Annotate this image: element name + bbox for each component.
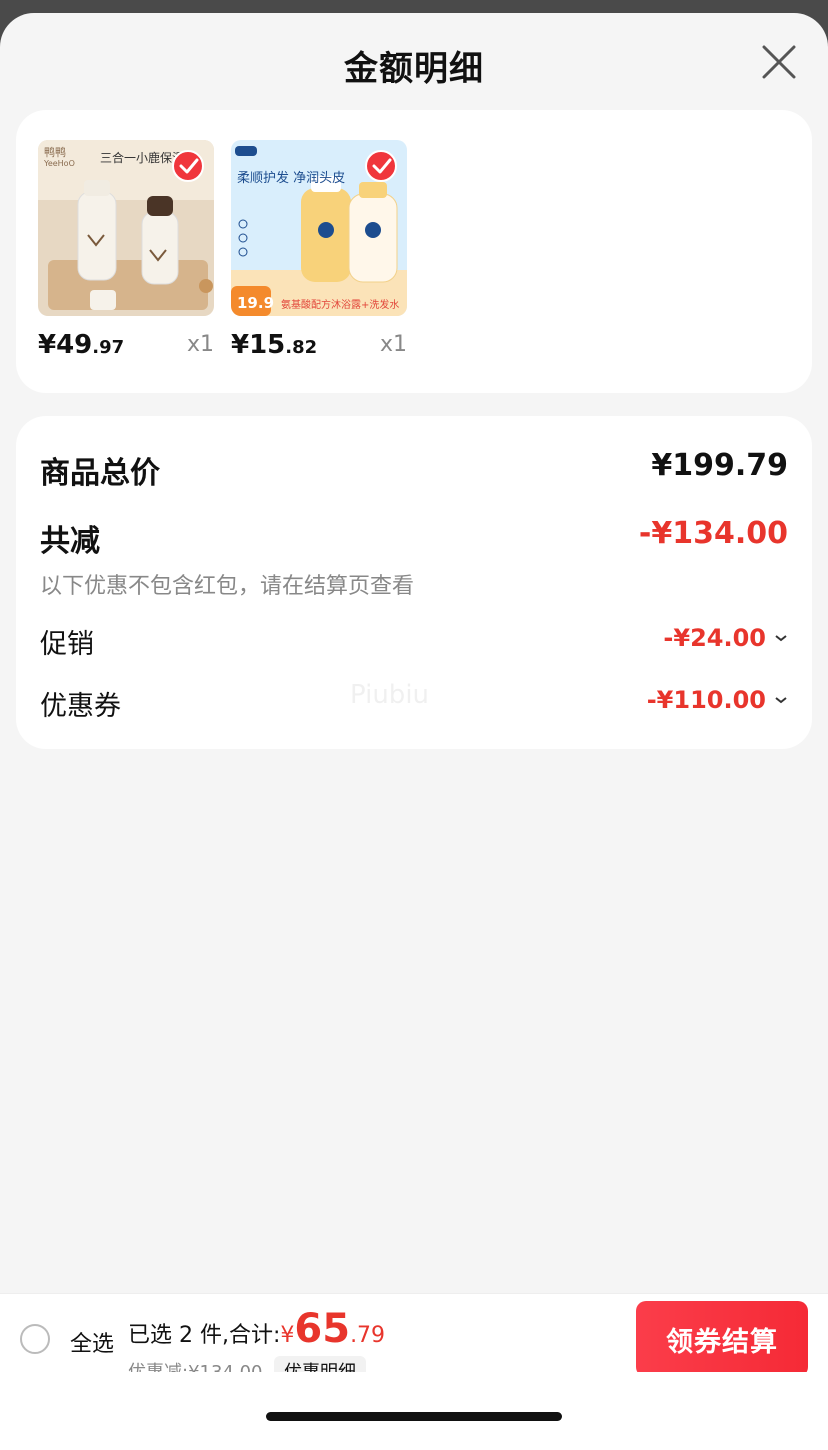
svg-text:鸭鸭: 鸭鸭: [44, 146, 66, 159]
selected-count-text: 已选 2 件,合计:: [128, 1323, 281, 1348]
select-all-label[interactable]: 全选: [70, 1326, 114, 1358]
reduction-row: 共减 -¥134.00 以下优惠不包含红包，请在结算页查看: [40, 516, 788, 600]
promo-row[interactable]: 促销 -¥24.00: [40, 622, 788, 660]
brand-text: YeeHoO: [43, 159, 75, 168]
products-card: 鸭鸭 YeeHoO 三合一小鹿保温杯 ¥49.97 x1 柔顺护发 净润头皮 1…: [16, 110, 812, 393]
coupon-value-group[interactable]: -¥110.00: [647, 686, 788, 714]
image-price-badge: 19.9: [237, 294, 274, 312]
product-image-caption: 柔顺护发 净润头皮: [237, 170, 345, 186]
product-quantity: x1: [186, 332, 214, 357]
product-price: ¥15.82: [231, 330, 317, 360]
price-integer: ¥15: [231, 330, 286, 360]
promo-value: -¥24.00: [663, 624, 766, 652]
select-all-radio[interactable]: [20, 1324, 50, 1354]
selected-total: 已选 2 件,合计:¥65.79: [128, 1306, 385, 1352]
reduction-note: 以下优惠不包含红包，请在结算页查看: [40, 574, 415, 599]
coupon-value: -¥110.00: [646, 686, 766, 714]
image-bottom-caption: 氨基酸配方沐浴露+洗发水: [281, 298, 399, 311]
chevron-down-icon: [775, 697, 787, 704]
total-decimal: .79: [350, 1323, 386, 1348]
close-icon: [762, 45, 796, 79]
product-price-row: ¥15.82 x1: [231, 328, 407, 368]
watermark: Piubiu: [350, 680, 430, 710]
total-price-label: 商品总价: [40, 456, 160, 491]
check-icon: [179, 158, 199, 174]
total-integer: 65: [294, 1306, 351, 1352]
amount-detail-sheet: 金额明细 鸭鸭 YeeHoO 三合一小鹿保温杯 ¥49.97 x1 柔顺护发 净…: [0, 13, 828, 1450]
product-price-row: ¥49.97 x1: [38, 328, 214, 368]
total-currency: ¥: [280, 1323, 295, 1348]
sheet-title: 金额明细: [344, 49, 484, 89]
product-quantity: x1: [379, 332, 407, 357]
price-integer: ¥49: [38, 330, 93, 360]
product-price: ¥49.97: [38, 330, 124, 360]
total-price-row: 商品总价 ¥199.79: [40, 448, 788, 491]
product-image[interactable]: 柔顺护发 净润头皮 19.9 氨基酸配方沐浴露+洗发水: [231, 140, 407, 316]
selected-check[interactable]: [172, 150, 204, 182]
selected-check[interactable]: [365, 150, 397, 182]
checkout-button[interactable]: 领券结算: [636, 1301, 808, 1377]
coupon-label: 优惠券: [40, 691, 121, 722]
home-indicator-area: [0, 1372, 828, 1450]
reduction-value: -¥134.00: [638, 516, 788, 551]
chevron-down-icon: [775, 635, 787, 642]
home-indicator[interactable]: [266, 1412, 562, 1421]
total-price-value: ¥199.79: [651, 448, 788, 483]
check-icon: [372, 158, 392, 174]
price-decimal: .97: [92, 337, 125, 358]
product-item[interactable]: 鸭鸭 YeeHoO 三合一小鹿保温杯 ¥49.97 x1: [38, 140, 214, 368]
close-button[interactable]: [760, 43, 798, 81]
promo-value-group[interactable]: -¥24.00: [663, 624, 788, 652]
price-decimal: .82: [285, 337, 318, 358]
promo-label: 促销: [40, 629, 94, 660]
product-item[interactable]: 柔顺护发 净润头皮 19.9 氨基酸配方沐浴露+洗发水 ¥15.82 x1: [231, 140, 407, 368]
product-image[interactable]: 鸭鸭 YeeHoO 三合一小鹿保温杯: [38, 140, 214, 316]
